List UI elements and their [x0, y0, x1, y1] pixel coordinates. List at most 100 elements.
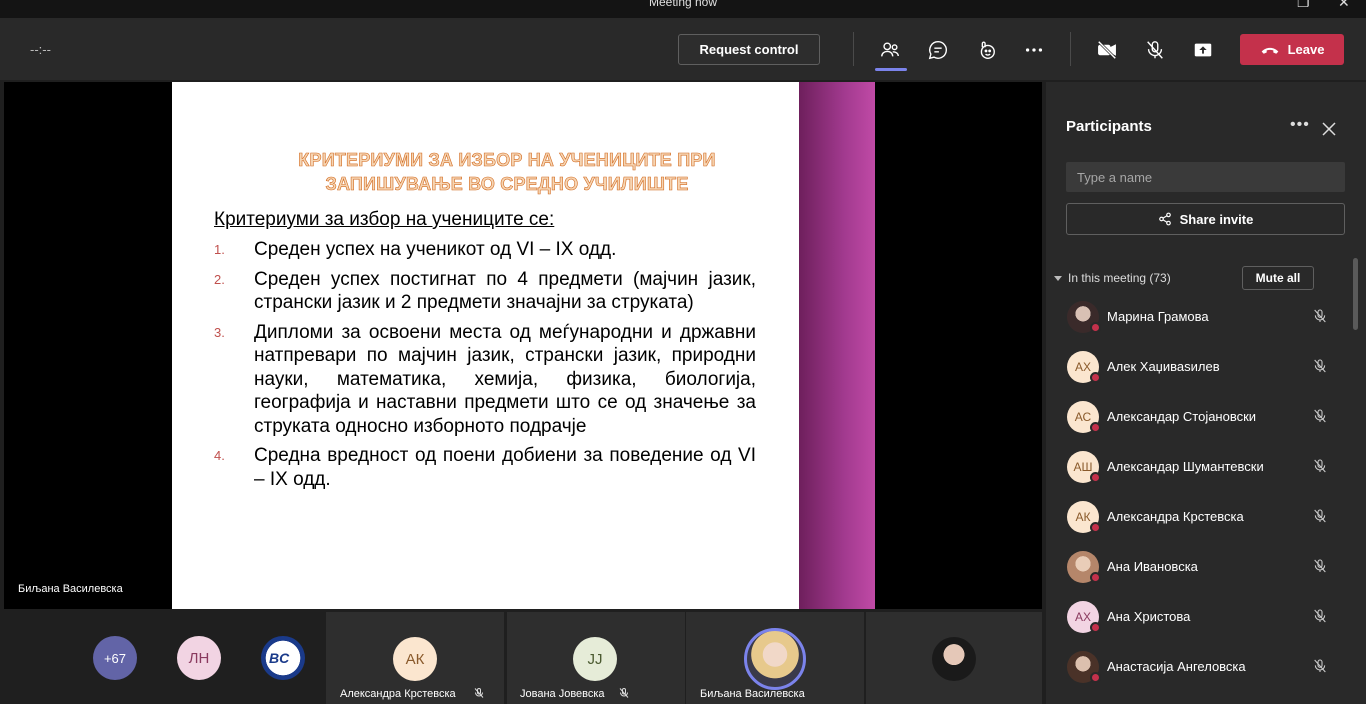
item-text: Среден успех постигнат по 4 предмети (ма…: [254, 268, 756, 314]
tile-name: Јована Јовевска: [520, 688, 605, 700]
share-tray-icon[interactable]: [1189, 36, 1217, 64]
video-tile[interactable]: Биљана Василевска: [686, 612, 864, 704]
item-text: Среден успех на ученикот од VI – IX одд.: [254, 239, 617, 260]
section-header[interactable]: In this meeting (73): [1054, 271, 1171, 285]
leave-button[interactable]: Leave: [1240, 34, 1344, 65]
active-tab-indicator: [875, 68, 907, 71]
participant-name: Ана Ивановска: [1107, 559, 1198, 574]
request-control-button[interactable]: Request control: [678, 34, 820, 65]
presentation-slide: КРИТЕРИУМИ ЗА ИЗБОР НА УЧЕНИЦИТЕ ПРИ ЗАП…: [172, 82, 799, 609]
title-bar: Meeting now ❐ ✕: [0, 0, 1366, 18]
item-number: 3.: [214, 324, 225, 340]
more-participants-button[interactable]: +67: [93, 636, 137, 680]
slide-decorative-band: [799, 82, 875, 609]
slide-title: КРИТЕРИУМИ ЗА ИЗБОР НА УЧЕНИЦИТЕ ПРИ ЗАП…: [202, 148, 812, 196]
avatar[interactable]: BC: [261, 636, 305, 680]
mic-off-icon[interactable]: [1312, 508, 1328, 524]
restore-icon[interactable]: ❐: [1297, 0, 1310, 11]
status-dot: [1090, 572, 1101, 583]
mic-off-icon: [474, 688, 484, 698]
avatar: [932, 637, 976, 681]
share-icon: [1158, 212, 1171, 226]
participant-name: Александра Крстевска: [1107, 509, 1244, 524]
phone-icon: [1261, 47, 1278, 54]
chevron-down-icon: [1054, 276, 1062, 281]
participant-row[interactable]: Марина Грамова: [1046, 292, 1346, 342]
list-item: 3. Дипломи за освоени места од меѓународн…: [214, 321, 756, 439]
logo-icon: BC: [269, 650, 290, 666]
window-title: Meeting now: [648, 0, 718, 9]
search-box: [1066, 162, 1345, 192]
video-tile[interactable]: АК Александра Крстевска: [326, 612, 504, 704]
share-invite-button[interactable]: Share invite: [1066, 203, 1345, 235]
avatar: [1067, 651, 1101, 683]
avatar: [1067, 301, 1101, 333]
mic-off-icon[interactable]: [1312, 558, 1328, 574]
participant-row[interactable]: Анастасија Ангеловска: [1046, 642, 1346, 692]
people-icon[interactable]: [876, 36, 904, 64]
meeting-toolbar: --:-- Request control Leave: [0, 18, 1366, 80]
avatar: JJ: [573, 637, 617, 681]
avatar: АХ: [1067, 601, 1101, 633]
participant-row[interactable]: АК Александра Крстевска: [1046, 492, 1346, 542]
avatar-initials: АК: [1075, 510, 1091, 524]
item-text: Средна вредност од поени добиени за пове…: [254, 445, 756, 490]
participant-row[interactable]: Ана Ивановска: [1046, 542, 1346, 592]
list-item: 4. Средна вредност од поени добиени за по…: [214, 444, 756, 491]
participant-name: Анастасија Ангеловска: [1107, 659, 1246, 674]
list-item: 1. Среден успех на ученикот од VI – IX од…: [214, 238, 756, 262]
participant-row[interactable]: АШ Александар Шумантевски: [1046, 442, 1346, 492]
mic-off-icon[interactable]: [1312, 308, 1328, 324]
mic-off-icon[interactable]: [1312, 608, 1328, 624]
participant-row[interactable]: АС Александар Стојановски: [1046, 392, 1346, 442]
participant-name: Александар Шумантевски: [1107, 459, 1264, 474]
mic-off-icon: [619, 688, 629, 698]
chat-icon[interactable]: [924, 36, 952, 64]
mic-off-icon[interactable]: [1312, 458, 1328, 474]
participants-panel: Participants ••• Share invite In this me…: [1046, 82, 1366, 704]
avatar: АК: [1067, 501, 1101, 533]
mic-off-icon[interactable]: [1141, 36, 1169, 64]
mic-off-icon[interactable]: [1312, 408, 1328, 424]
share-invite-label: Share invite: [1179, 211, 1254, 227]
mute-all-button[interactable]: Mute all: [1242, 266, 1314, 290]
avatar-initials: АХ: [1074, 360, 1091, 374]
avatar-initials: АС: [1074, 410, 1092, 424]
reactions-icon[interactable]: [972, 36, 1000, 64]
status-dot: [1090, 672, 1101, 683]
participant-list: Марина Грамова АХ Алек Хаџиваsилев АС Ал…: [1046, 292, 1346, 692]
close-icon[interactable]: [1320, 120, 1338, 138]
panel-title: Participants: [1066, 118, 1152, 135]
mic-off-icon[interactable]: [1312, 658, 1328, 674]
item-text: Дипломи за освоени места од меѓународни …: [254, 321, 756, 437]
camera-off-icon[interactable]: [1093, 36, 1121, 64]
participant-name: Ана Христова: [1107, 609, 1191, 624]
panel-scrollbar[interactable]: [1353, 258, 1358, 330]
slide-title-line: КРИТЕРИУМИ ЗА ИЗБОР НА УЧЕНИЦИТЕ ПРИ: [298, 150, 716, 171]
avatar: АК: [393, 637, 437, 681]
avatar: АШ: [1067, 451, 1101, 483]
participant-row[interactable]: АХ Алек Хаџиваsилев: [1046, 342, 1346, 392]
leave-label: Leave: [1287, 42, 1325, 57]
item-number: 2.: [214, 271, 225, 287]
more-icon[interactable]: •••: [1290, 116, 1310, 134]
more-icon[interactable]: [1020, 36, 1048, 64]
window-close-icon[interactable]: ✕: [1338, 0, 1350, 11]
search-input[interactable]: [1066, 162, 1345, 192]
participant-row[interactable]: АХ Ана Христова: [1046, 592, 1346, 642]
status-dot: [1090, 322, 1101, 333]
avatar: АС: [1067, 401, 1101, 433]
status-dot: [1090, 372, 1101, 383]
avatar-initials: АШ: [1073, 460, 1093, 474]
avatar[interactable]: ЛН: [177, 636, 221, 680]
video-tile[interactable]: JJ Јована Јовевска: [507, 612, 685, 704]
participant-name: Александар Стојановски: [1107, 409, 1257, 424]
tile-name: Биљана Василевска: [700, 688, 805, 700]
participant-name: Алек Хаџиваsилев: [1107, 359, 1220, 374]
video-tile[interactable]: [866, 612, 1042, 704]
mic-off-icon[interactable]: [1312, 358, 1328, 374]
speaker-avatar: [744, 628, 806, 690]
tile-name: Александра Крстевска: [340, 688, 456, 700]
avatar: АХ: [1067, 351, 1101, 383]
status-dot: [1090, 622, 1101, 633]
